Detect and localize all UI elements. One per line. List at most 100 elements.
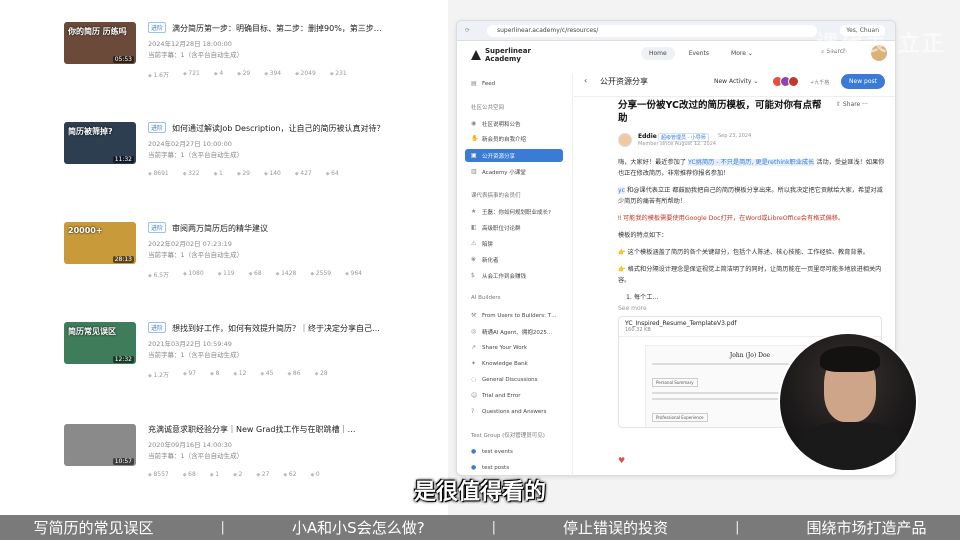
top-nav: Home Events More ⌄ [641, 47, 761, 60]
logo-icon [471, 50, 481, 60]
chapter-separator: | [491, 520, 497, 535]
video-title[interactable]: 审阅两万简历后的精华建议 [172, 224, 268, 233]
chapter-separator: | [735, 520, 740, 535]
sidebar-item[interactable]: ◌ General Discussions [465, 373, 563, 386]
resume-section: Professional Experience [652, 413, 708, 422]
question-icon: ? [471, 408, 475, 415]
see-more-link[interactable]: See more [618, 305, 888, 312]
chapter-label[interactable]: 停止错误的投资 [563, 517, 668, 538]
back-arrow-icon[interactable]: ‹ [584, 76, 587, 85]
video-title[interactable]: 想找到好工作，如何有效提升简历？｜终于决定分享自己… [172, 324, 380, 333]
publish-date: 2024年12月28日 18:00:00 [148, 40, 232, 48]
dot-icon: ● [471, 448, 477, 455]
list-item[interactable]: 简历被筛掉? 11:32 进阶 如何通过解读Job Description，让自己… [64, 122, 444, 202]
sidebar-item[interactable]: ☺ Trial and Error [465, 389, 563, 402]
duration-badge: 28:13 [112, 256, 134, 263]
chapter-label[interactable]: 写简历的常见误区 [34, 517, 154, 538]
share-button[interactable]: ⇧ Share ··· [836, 101, 868, 108]
sidebar-item[interactable]: ❀ 新化者 [465, 253, 563, 266]
post-date: Sep 23, 2024 [718, 133, 752, 139]
webcam-overlay [778, 332, 918, 472]
sidebar-item[interactable]: ? Questions and Answers [465, 405, 563, 418]
folder-icon: ▣ [471, 152, 477, 159]
reload-icon[interactable]: ⟳ [465, 27, 470, 34]
share-icon: ↗ [471, 344, 477, 351]
tools-icon: ⚒ [471, 312, 477, 319]
sidebar-item[interactable]: ◉ 社区说明和公告 [465, 117, 563, 130]
sidebar-item[interactable]: ✋ 新会员的自我介绍 [465, 132, 563, 145]
sidebar-item-resources[interactable]: ▣ 公开资源分享 [465, 149, 563, 162]
sidebar-item[interactable]: ★ 王磊：你如何规划职业成长? [465, 205, 563, 218]
video-thumbnail[interactable]: 简历被筛掉? 11:32 [64, 122, 136, 164]
sidebar-item[interactable]: ▥ Academy 小课堂 [465, 165, 563, 178]
list-item[interactable]: 你的简历 历练吗 05:53 进阶 满分简历第一步：明确目标、第二步：删掉90%，… [64, 22, 444, 102]
video-stats: 1.6万7214293942049231 [148, 70, 448, 79]
mention-tag[interactable]: yc [618, 187, 626, 194]
video-title[interactable]: 充满诚意求职经验分享｜New Grad找工作与在职跳槽｜… [148, 425, 355, 434]
sidebar-item[interactable]: ✦ Knowledge Bank [465, 357, 563, 370]
duration-badge: 12:32 [112, 356, 134, 363]
subtitle-count: 当前字幕：1（含平台自动生成） [148, 452, 244, 460]
subtitle-count: 当前字幕：1（含平台自动生成） [148, 51, 244, 59]
tag-badge: 进阶 [148, 122, 167, 133]
subtitle-count: 当前字幕：1（含平台自动生成） [148, 251, 244, 259]
sidebar-item[interactable]: ● test posts [465, 461, 563, 474]
sidebar-item[interactable]: ↗ Share Your Work [465, 341, 563, 354]
author-name[interactable]: Eddie [638, 133, 657, 140]
file-name[interactable]: YC_Inspired_Resume_TemplateV3.pdf [625, 320, 875, 327]
event-link[interactable]: YC挑简历 - 不只是简历, 更是rethink职业成长 [688, 159, 815, 166]
warning-note: ‼ 可能我的模板需要使用Google Doc打开，在Word或LibreOffi… [618, 215, 845, 222]
logo-text: Superlinear Academy [485, 47, 531, 63]
smile-icon: ☺ [471, 392, 478, 399]
video-thumbnail[interactable]: 你的简历 历练吗 05:53 [64, 22, 136, 64]
chapter-separator: | [220, 520, 225, 535]
sidebar-item[interactable]: ● test events [465, 445, 563, 458]
sidebar-item-feed[interactable]: ▤ Feed [465, 77, 563, 90]
list-item[interactable]: 简历常见误区 12:32 进阶 想找到好工作，如何有效提升简历？｜终于决定分享自己… [64, 322, 444, 402]
member-count: +九千格 [810, 80, 830, 86]
video-stats: 6.5万10801196814282559964 [148, 270, 448, 279]
sidebar-section-heading: Test Group (仅对管理员可见) [471, 433, 545, 439]
warning-icon: ⚠ [471, 240, 477, 247]
video-stats: 1.2万97812458628 [148, 370, 448, 379]
sidebar-item[interactable]: ⚒ From Users to Builders: T… [465, 309, 563, 322]
publish-date: 2024年02月27日 10:00:00 [148, 140, 232, 148]
post-title[interactable]: 分享一份被YC改过的简历模板，可能对你有点帮助 [618, 99, 828, 125]
video-title[interactable]: 如何通过解读Job Description，让自己的简历被认真对待？ [172, 124, 384, 133]
video-title[interactable]: 满分简历第一步：明确目标、第二步：删掉90%，第三步… [172, 24, 382, 33]
subtitle-count: 当前字幕：1（含平台自动生成） [148, 151, 244, 159]
nav-home[interactable]: Home [641, 47, 675, 60]
avatar[interactable] [618, 133, 632, 147]
chapter-label[interactable]: 围绕市场打造产品 [806, 517, 926, 538]
thumbnail-caption: 你的简历 历练吗 [68, 27, 127, 36]
star-icon: ★ [471, 208, 477, 215]
video-subtitle: 是很值得看的 [413, 480, 546, 505]
new-post-button[interactable]: New post [841, 74, 885, 89]
channel-watermark: 课代表 立正 [816, 32, 946, 57]
chapter-label[interactable]: 小A和小S会怎么做? [292, 517, 425, 538]
list-item[interactable]: 20000+ 28:13 进阶 审阅两万简历后的精华建议 2022年02月02日 … [64, 222, 444, 302]
tag-badge: 进阶 [148, 222, 167, 233]
post-body: 嗨，大家好！最近参加了 YC挑简历 - 不只是简历, 更是rethink职业成长… [618, 157, 888, 303]
video-thumbnail[interactable]: 简历常见误区 12:32 [64, 322, 136, 364]
nav-more[interactable]: More ⌄ [723, 47, 761, 60]
sidebar-item[interactable]: ⚠ 陷阱 [465, 237, 563, 250]
site-logo[interactable]: Superlinear Academy [471, 47, 531, 63]
thumbnail-caption: 简历常见误区 [68, 327, 116, 336]
member-avatars[interactable] [772, 76, 799, 87]
chat-bubble-icon: ◌ [471, 376, 477, 383]
heart-icon[interactable]: ♥ [618, 456, 625, 465]
url-field[interactable]: superlinear.academy/c/resources/ [487, 25, 817, 37]
money-icon: $ [471, 272, 475, 279]
video-thumbnail[interactable]: 10:57 [64, 424, 136, 466]
sort-dropdown[interactable]: New Activity ⌄ [714, 78, 758, 85]
video-thumbnail[interactable]: 20000+ 28:13 [64, 222, 136, 264]
sidebar-item[interactable]: ◧ 高级职位讨论群 [465, 221, 563, 234]
bulb-icon: ✦ [471, 360, 477, 367]
thumbnail-caption: 简历被筛掉? [68, 127, 113, 136]
sidebar-item[interactable]: ◎ 精通AI Agent、拥抱2025… [465, 325, 563, 338]
duration-badge: 11:32 [112, 156, 134, 163]
nav-events[interactable]: Events [681, 47, 717, 60]
sidebar-item[interactable]: $ 从会工作到会赚钱 [465, 269, 563, 282]
sidebar-section-heading: 社区公共空间 [471, 105, 505, 111]
